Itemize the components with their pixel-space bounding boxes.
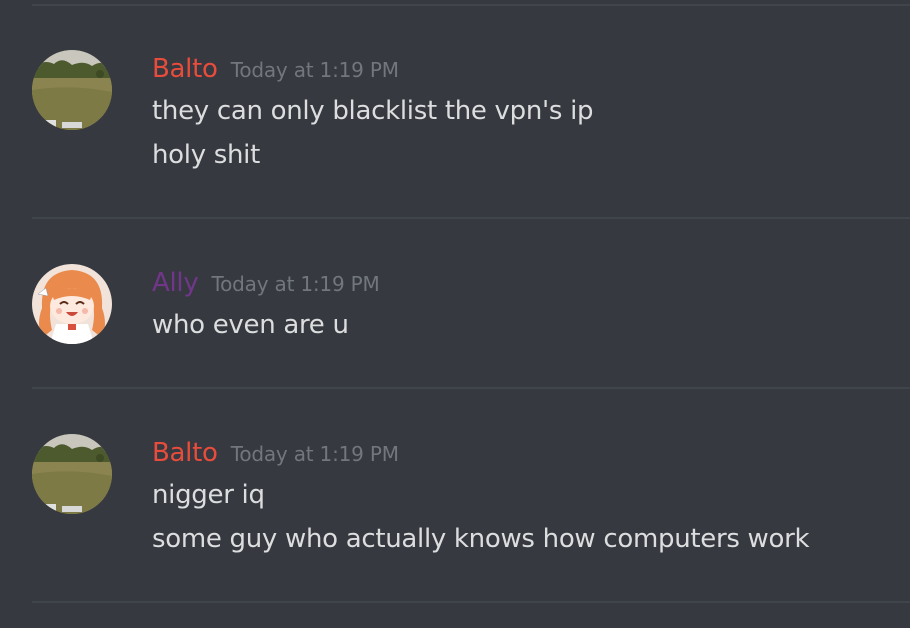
username[interactable]: Balto [152,54,218,84]
anime-girl-avatar-icon [32,264,112,344]
message-text: they can only blacklist the vpn's ip [152,96,594,126]
message-group: Ally Today at 1:19 PM who even are u [0,263,910,353]
user-avatar[interactable] [32,50,112,130]
user-avatar[interactable] [32,434,112,514]
message-divider [32,601,910,603]
grass-field-avatar-icon [32,434,112,514]
timestamp[interactable]: Today at 1:19 PM [231,442,399,466]
message-divider [32,387,910,389]
message-text: who even are u [152,310,349,340]
message-list: Balto Today at 1:19 PM they can only bla… [0,0,910,628]
message-divider [32,217,910,219]
message-group: Balto Today at 1:19 PM nigger iq some gu… [0,433,910,573]
username[interactable]: Balto [152,438,218,468]
timestamp[interactable]: Today at 1:19 PM [212,272,380,296]
message-group: Balto Today at 1:19 PM they can only bla… [0,49,910,189]
message-text: holy shit [152,140,261,170]
message-divider [32,4,910,6]
timestamp[interactable]: Today at 1:19 PM [231,58,399,82]
message-text: some guy who actually knows how computer… [152,524,810,554]
message-text: nigger iq [152,480,265,510]
username[interactable]: Ally [152,268,199,298]
grass-field-avatar-icon [32,50,112,130]
user-avatar[interactable] [32,264,112,344]
